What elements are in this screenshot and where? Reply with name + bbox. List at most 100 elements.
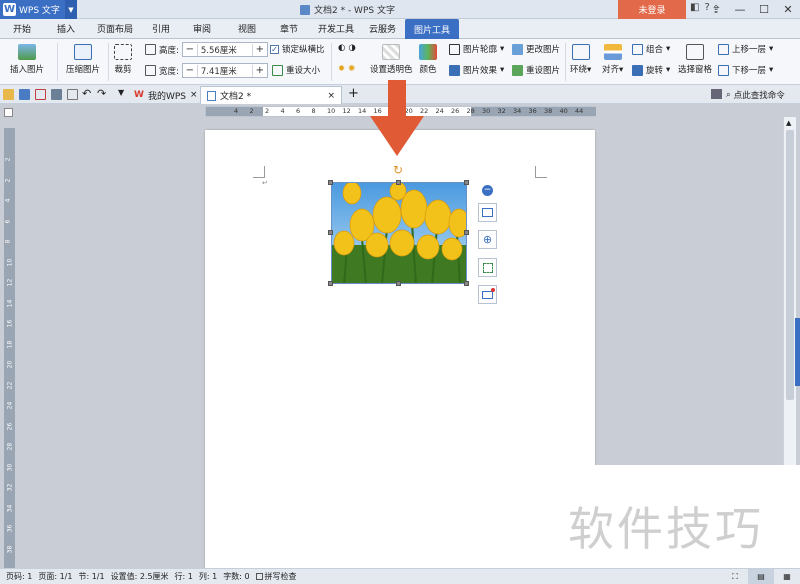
contrast-icon[interactable]: ◐ (338, 43, 345, 53)
wrap-button[interactable]: 环绕▾ (570, 44, 591, 75)
width-stepper[interactable]: − 7.41厘米 + (181, 63, 268, 78)
decrease-width-button[interactable]: − (183, 65, 197, 76)
maximize-button[interactable]: ☐ (752, 0, 776, 19)
tab-developer[interactable]: 开发工具 (318, 22, 354, 35)
picture-frame-button[interactable] (478, 285, 497, 304)
resize-handle-b[interactable] (396, 281, 401, 286)
zoom-picture-button[interactable]: ⊕ (478, 230, 497, 249)
resize-handle-l[interactable] (328, 230, 333, 235)
tab-picture-tools[interactable]: 图片工具 (405, 19, 460, 40)
tab-page-layout[interactable]: 页面布局 (97, 22, 133, 35)
contrast-buttons[interactable]: ◐ ◑ (338, 43, 356, 53)
ruler-tick-label: 34 (513, 107, 522, 115)
selected-picture[interactable] (331, 182, 467, 284)
resize-handle-tl[interactable] (328, 180, 333, 185)
insert-picture-button[interactable]: 插入图片 (10, 44, 44, 75)
crop-icon (114, 44, 132, 60)
scroll-thumb[interactable] (786, 130, 794, 400)
tab-chapter[interactable]: 章节 (280, 22, 298, 35)
new-tab-icon[interactable]: + (348, 86, 359, 101)
undo-icon[interactable]: ↶ (82, 87, 91, 100)
brightness-buttons[interactable]: ✹ ✺ (338, 64, 355, 74)
height-stepper[interactable]: − 5.56厘米 + (181, 42, 268, 57)
restore-up-icon[interactable]: ⇪ (704, 0, 728, 19)
change-picture-button[interactable]: 更改图片 (512, 43, 560, 55)
ruler-tick-label: 14 (6, 299, 14, 307)
tab-cloud[interactable]: 云服务 (369, 22, 396, 35)
status-word-count[interactable]: 字数: 0 (223, 571, 249, 582)
close-tab-icon[interactable]: × (190, 90, 198, 100)
contrast-low-icon[interactable]: ◑ (348, 43, 355, 53)
set-transparent-button[interactable]: 设置透明色 (370, 44, 413, 75)
collapse-toolbar-icon[interactable]: − (482, 185, 493, 196)
spell-check-toggle[interactable]: 拼写检查 (255, 571, 297, 582)
crop-button[interactable]: 裁剪 (114, 44, 132, 75)
tab-document[interactable]: 文档2 * × (200, 86, 342, 104)
brightness-down-icon[interactable]: ✺ (348, 64, 355, 74)
align-button[interactable]: 对齐▾ (602, 44, 623, 75)
resize-handle-tr[interactable] (464, 180, 469, 185)
print-icon[interactable] (51, 89, 62, 100)
redo-icon[interactable]: ↷ (97, 87, 106, 100)
layout-options-button[interactable] (478, 203, 497, 222)
group-button[interactable]: 组合 ▾ (632, 43, 670, 55)
scroll-up-icon[interactable]: ▲ (786, 119, 791, 127)
reset-size-button[interactable]: 重设大小 (272, 64, 320, 76)
width-input[interactable]: 7.41厘米 (196, 64, 253, 77)
close-tab-icon[interactable]: × (327, 91, 335, 101)
bring-forward-button[interactable]: 上移一层 ▾ (718, 43, 773, 55)
selection-pane-button[interactable]: 选择窗格 (678, 44, 712, 75)
open-icon[interactable] (3, 89, 14, 100)
side-panel-toggle[interactable] (795, 318, 800, 386)
tab-insert[interactable]: 插入 (57, 22, 75, 35)
lock-ratio-checkbox[interactable]: ✓ 锁定纵横比 (270, 43, 325, 55)
resize-handle-bl[interactable] (328, 281, 333, 286)
skin-icon[interactable]: ◧ (690, 2, 699, 13)
group-icon (632, 43, 643, 55)
ruler-tick-label: 24 (435, 107, 444, 115)
page-view-icon[interactable]: ▤ (748, 569, 774, 584)
ruler-tick-label: 14 (358, 107, 367, 115)
tab-review[interactable]: 审阅 (193, 22, 211, 35)
color-button[interactable]: 颜色 (419, 44, 437, 75)
save-icon[interactable] (19, 89, 30, 100)
tab-view[interactable]: 视图 (238, 22, 256, 35)
height-input[interactable]: 5.56厘米 (196, 43, 253, 56)
minimize-button[interactable]: — (728, 0, 752, 19)
rotate-icon (632, 64, 643, 76)
chevron-down-icon[interactable]: ▼ (65, 0, 77, 19)
outline-view-icon[interactable]: ▦ (774, 569, 800, 584)
compress-picture-button[interactable]: 压缩图片 (66, 44, 100, 75)
layout-toggle-icon[interactable] (711, 89, 722, 99)
crop-picture-button[interactable] (478, 258, 497, 277)
ruler-tab-selector-icon[interactable] (4, 108, 13, 117)
increase-width-button[interactable]: + (253, 65, 267, 76)
resize-handle-br[interactable] (464, 281, 469, 286)
picture-outline-button[interactable]: 图片轮廓 ▾ (449, 43, 504, 55)
resize-handle-t[interactable] (396, 180, 401, 185)
send-backward-button[interactable]: 下移一层 ▾ (718, 64, 773, 76)
export-pdf-icon[interactable] (35, 89, 46, 100)
rotate-handle-icon[interactable]: ↻ (393, 163, 403, 177)
print-preview-icon[interactable] (67, 89, 78, 100)
ruler-tick-label: 26 (6, 422, 14, 430)
login-button[interactable]: 未登录 (618, 0, 686, 19)
vertical-ruler[interactable]: 2 2 4 6 8 10 12 14 16 18 20 22 24 26 28 30 32 34 36 38 (4, 128, 15, 568)
decrease-height-button[interactable]: − (183, 44, 197, 55)
tab-my-wps[interactable]: W 我的WPS × (128, 86, 204, 104)
ruler-tick-label: 32 (497, 107, 506, 115)
reset-picture-button[interactable]: 重设图片 (512, 64, 560, 76)
resize-handle-r[interactable] (464, 230, 469, 235)
increase-height-button[interactable]: + (253, 44, 267, 55)
customize-dropdown-icon[interactable]: ▼ (118, 88, 124, 97)
brightness-up-icon[interactable]: ✹ (338, 64, 345, 74)
find-command-box[interactable]: ⌕ 点此查找命令 (726, 89, 785, 101)
tab-home[interactable]: 开始 (13, 22, 31, 35)
app-menu-button[interactable]: W WPS 文字 ▼ (0, 0, 77, 19)
picture-effect-button[interactable]: 图片效果 ▾ (449, 64, 504, 76)
tab-references[interactable]: 引用 (152, 22, 170, 35)
status-row: 行: 1 (174, 572, 193, 581)
rotate-button[interactable]: 旋转 ▾ (632, 64, 670, 76)
close-button[interactable]: ✕ (776, 0, 800, 19)
fullscreen-view-icon[interactable]: ⛶ (722, 569, 748, 584)
